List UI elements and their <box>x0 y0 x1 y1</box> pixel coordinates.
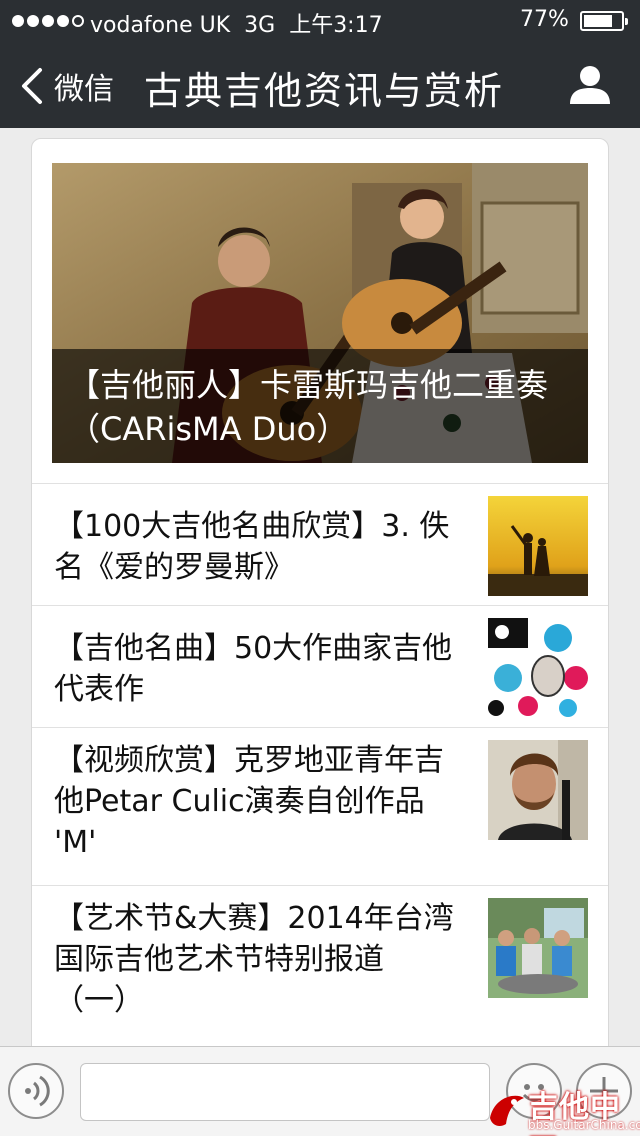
status-bar: vodafone UK 3G 上午3:17 77% <box>0 0 640 40</box>
article-title: 【艺术节&大赛】2014年台湾国际吉他艺术节特别报道（一） <box>54 901 454 1018</box>
article-title: 【视频欣赏】克罗地亚青年吉他Petar Culic演奏自创作品 'M' <box>54 743 444 860</box>
guitarist-portrait-thumbnail <box>488 740 588 840</box>
back-button[interactable]: 微信 <box>16 64 114 108</box>
site-watermark: 吉他中国 bbs.GuitarChina.com <box>484 1082 640 1136</box>
article-title: 【吉他名曲】50大作曲家吉他代表作 <box>54 631 453 707</box>
battery-percent: 77% <box>520 7 569 32</box>
battery-icon <box>580 11 628 31</box>
voice-input-button[interactable] <box>8 1063 64 1119</box>
signal-strength-icon <box>12 15 84 27</box>
chevron-left-icon <box>22 68 42 104</box>
couple-sunset-thumbnail <box>488 496 588 596</box>
hero-article[interactable]: 【吉他丽人】卡雷斯玛吉他二重奏（CARisMA Duo） <box>52 163 588 463</box>
voice-icon <box>25 1075 50 1107</box>
clock: 上午3:17 <box>289 13 383 38</box>
list-item[interactable]: 【吉他名曲】50大作曲家吉他代表作 <box>32 605 608 727</box>
top-bar: vodafone UK 3G 上午3:17 77% 微信 古典吉他资讯与赏析 <box>0 0 640 128</box>
article-card: 【吉他丽人】卡雷斯玛吉他二重奏（CARisMA Duo） 【100大吉他名曲欣赏… <box>31 138 609 1058</box>
network-label: 3G <box>244 13 276 38</box>
composers-collage-thumbnail <box>488 618 588 718</box>
page-title: 古典吉他资讯与赏析 <box>144 69 505 113</box>
festival-group-thumbnail <box>488 898 588 998</box>
carrier-network: vodafone UK 3G 上午3:17 <box>90 7 383 39</box>
message-text-input[interactable] <box>80 1063 490 1121</box>
back-label: 微信 <box>54 72 114 107</box>
hero-title: 【吉他丽人】卡雷斯玛吉他二重奏（CARisMA Duo） <box>52 349 588 463</box>
battery-level <box>584 15 612 27</box>
navigation-bar: 微信 古典吉他资讯与赏析 <box>0 40 640 128</box>
article-title: 【100大吉他名曲欣赏】3. 佚名《爱的罗曼斯》 <box>54 509 450 585</box>
watermark-url: bbs.GuitarChina.com <box>528 1118 640 1132</box>
carrier-label: vodafone UK <box>90 13 231 38</box>
list-item[interactable]: 【视频欣赏】克罗地亚青年吉他Petar Culic演奏自创作品 'M' <box>32 727 608 885</box>
list-item[interactable]: 【艺术节&大赛】2014年台湾国际吉他艺术节特别报道（一） <box>32 885 608 1057</box>
watermark-logo-icon <box>490 1095 524 1126</box>
profile-icon[interactable] <box>568 62 612 106</box>
list-item[interactable]: 【100大吉他名曲欣赏】3. 佚名《爱的罗曼斯》 <box>32 483 608 605</box>
